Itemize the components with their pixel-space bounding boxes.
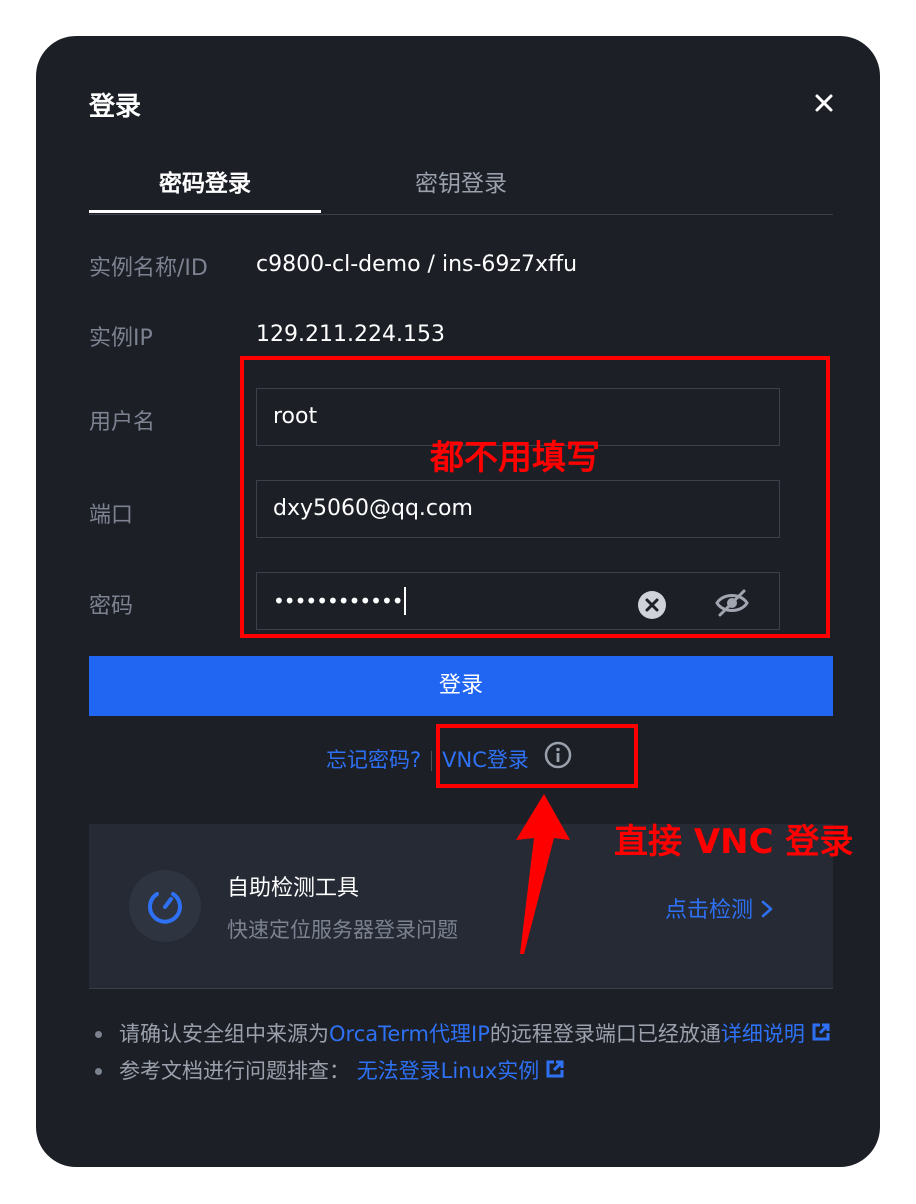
vnc-annotation-text: 直接 VNC 登录 bbox=[614, 822, 854, 862]
instance-ip-value: 129.211.224.153 bbox=[256, 322, 445, 347]
note-security-group: 请确认安全组中来源为OrcaTerm代理IP的远程登录端口已经放通详细说明 bbox=[89, 1016, 833, 1053]
link-separator bbox=[431, 751, 433, 771]
form-annotation-box bbox=[240, 356, 830, 638]
forgot-password-link[interactable]: 忘记密码? bbox=[326, 748, 421, 772]
note1-text-a: 请确认安全组中来源为 bbox=[119, 1022, 329, 1046]
help-notes: 请确认安全组中来源为OrcaTerm代理IP的远程登录端口已经放通详细说明 参考… bbox=[89, 1016, 833, 1090]
login-button[interactable]: 登录 bbox=[89, 656, 833, 716]
details-external-link[interactable] bbox=[811, 1017, 831, 1053]
divider bbox=[89, 988, 833, 989]
instance-name-value: c9800-cl-demo / ins-69z7xffu bbox=[256, 252, 578, 277]
tab-key-login[interactable]: 密钥登录 bbox=[345, 164, 577, 212]
tab-password-login[interactable]: 密码登录 bbox=[89, 164, 321, 213]
bullet bbox=[95, 1031, 102, 1038]
run-check-link[interactable]: 点击检测 bbox=[665, 892, 774, 924]
username-label: 用户名 bbox=[89, 410, 156, 435]
bullet bbox=[95, 1068, 102, 1075]
details-link[interactable]: 详细说明 bbox=[721, 1022, 805, 1046]
password-label: 密码 bbox=[89, 594, 134, 619]
dialog-title: 登录 bbox=[89, 92, 142, 122]
external-link-icon bbox=[546, 1060, 564, 1078]
vnc-annotation-box bbox=[436, 724, 638, 788]
login-tabs: 密码登录 密钥登录 bbox=[89, 164, 833, 215]
note1-text-b: 的远程登录端口已经放通 bbox=[489, 1022, 721, 1046]
chevron-right-icon bbox=[761, 900, 773, 918]
tool-icon-circle bbox=[129, 870, 201, 942]
instance-ip-label: 实例IP bbox=[89, 326, 153, 351]
run-check-label: 点击检测 bbox=[665, 898, 760, 923]
tool-subtitle: 快速定位服务器登录问题 bbox=[227, 918, 458, 942]
tool-title: 自助检测工具 bbox=[227, 876, 360, 901]
doc-external-link[interactable] bbox=[545, 1054, 565, 1090]
note-reference-doc: 参考文档进行问题排查： 无法登录Linux实例 bbox=[89, 1053, 833, 1090]
tool-gauge-icon bbox=[148, 892, 182, 924]
orcaterm-proxy-ip-link[interactable]: OrcaTerm代理IP bbox=[329, 1022, 490, 1046]
instance-name-label: 实例名称/ID bbox=[89, 256, 208, 281]
form-annotation-text: 都不用填写 bbox=[430, 438, 600, 478]
close-button[interactable] bbox=[809, 88, 839, 118]
cannot-login-linux-link[interactable]: 无法登录Linux实例 bbox=[357, 1059, 540, 1083]
close-icon bbox=[815, 94, 833, 112]
external-link-icon bbox=[812, 1023, 830, 1041]
arrow-annotation bbox=[516, 794, 570, 954]
note2-text: 参考文档进行问题排查： bbox=[119, 1059, 350, 1083]
port-label: 端口 bbox=[89, 503, 134, 528]
